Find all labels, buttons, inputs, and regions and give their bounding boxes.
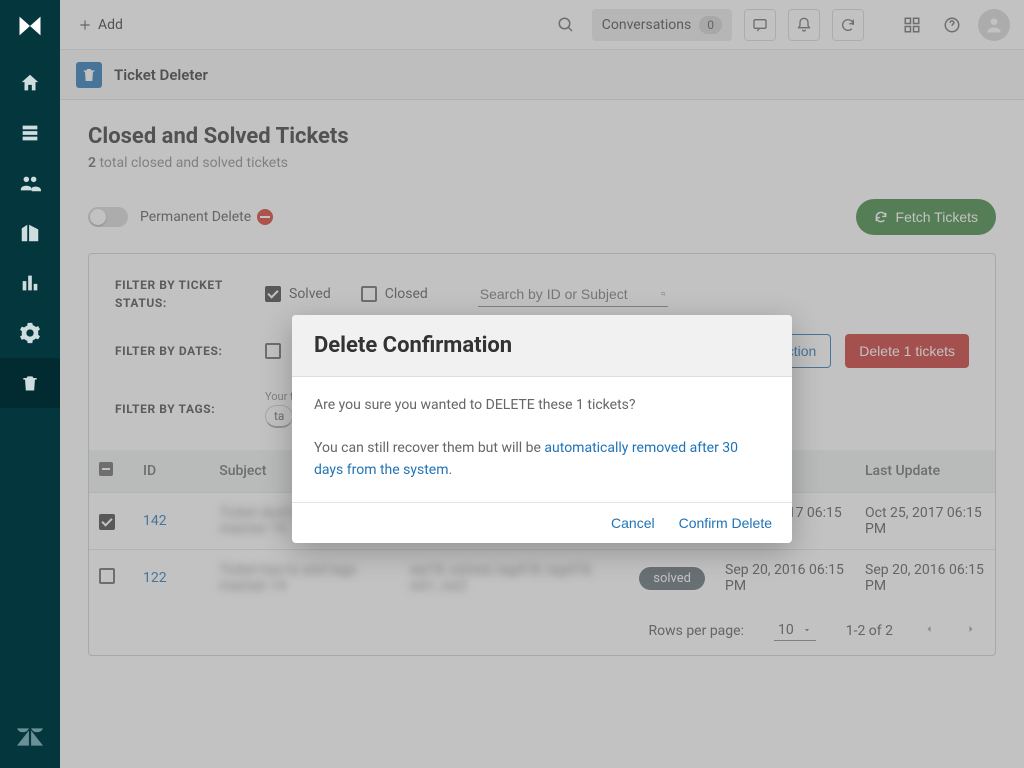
nav-reporting[interactable] <box>0 258 60 308</box>
brand-logo <box>16 12 44 40</box>
nav-trash[interactable] <box>0 358 60 408</box>
modal-line1: Are you sure you wanted to DELETE these … <box>314 395 770 417</box>
delete-confirmation-modal: Delete Confirmation Are you sure you wan… <box>292 315 792 543</box>
confirm-delete-button[interactable]: Confirm Delete <box>679 515 772 531</box>
cancel-button[interactable]: Cancel <box>611 515 655 531</box>
nav-views[interactable] <box>0 108 60 158</box>
zendesk-logo-icon <box>17 726 43 752</box>
nav-admin[interactable] <box>0 308 60 358</box>
nav-customers[interactable] <box>0 158 60 208</box>
left-nav <box>0 0 60 768</box>
nav-organizations[interactable] <box>0 208 60 258</box>
nav-home[interactable] <box>0 58 60 108</box>
modal-line2: You can still recover them but will be a… <box>314 438 770 481</box>
modal-overlay: Delete Confirmation Are you sure you wan… <box>60 0 1024 768</box>
modal-title: Delete Confirmation <box>314 333 770 358</box>
